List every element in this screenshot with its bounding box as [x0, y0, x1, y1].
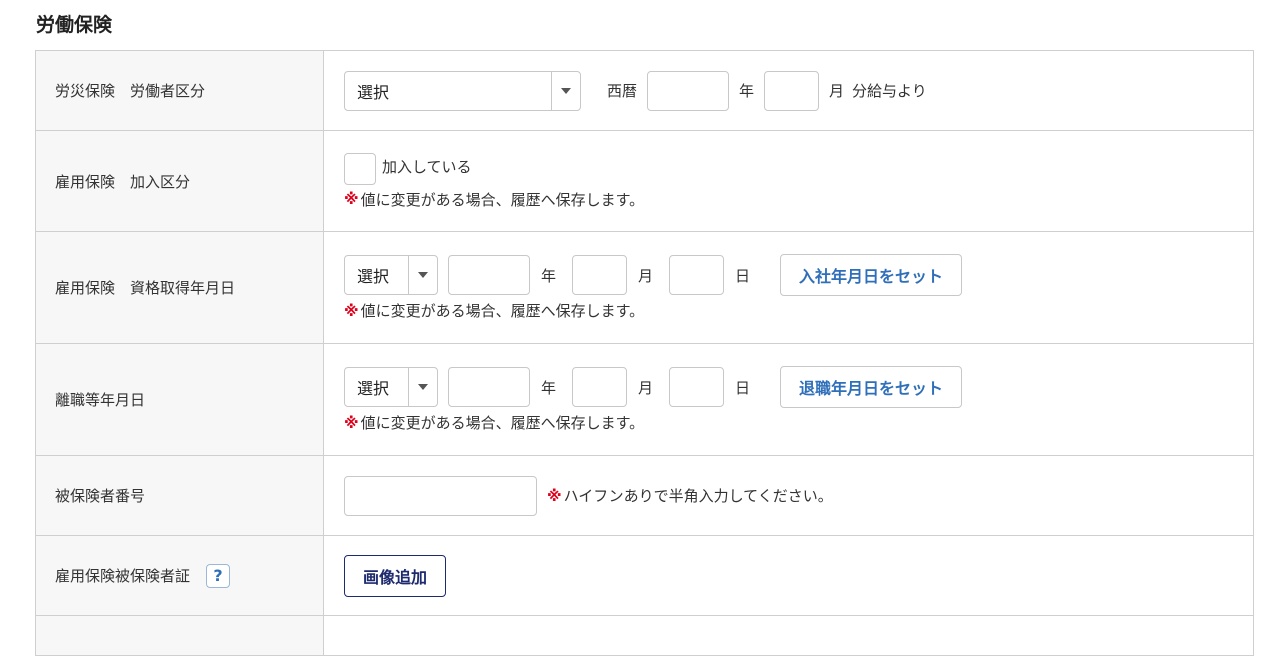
- note-mark: ※: [344, 301, 359, 320]
- row-label: 雇用保険 資格取得年月日: [35, 231, 324, 344]
- row-field: [323, 615, 1254, 656]
- row-field: 選択 年 月 日 退職年月日をセット ※ 値に変更がある場合、履歴へ保存します。: [323, 343, 1254, 456]
- row-koyou-kanyu: 雇用保険 加入区分 加入している ※ 値に変更がある場合、履歴へ保存します。: [35, 130, 1254, 232]
- set-retire-date-button[interactable]: 退職年月日をセット: [780, 366, 963, 408]
- dropdown-arrow-icon: [408, 256, 437, 294]
- note-text: ハイフンありで半角入力してください。: [563, 487, 833, 505]
- month-unit: 月: [638, 266, 654, 285]
- note-text: 値に変更がある場合、履歴へ保存します。: [360, 190, 645, 209]
- year-input[interactable]: [448, 255, 530, 295]
- year-unit: 年: [541, 378, 557, 397]
- day-unit: 日: [735, 378, 751, 397]
- row-label: 離職等年月日: [35, 343, 324, 456]
- select-value: 選択: [357, 267, 390, 286]
- era-select[interactable]: 選択: [344, 255, 438, 295]
- select-value: 選択: [357, 379, 390, 398]
- add-image-button[interactable]: 画像追加: [344, 554, 447, 597]
- day-unit: 日: [735, 266, 751, 285]
- insured-number-input[interactable]: [344, 475, 537, 516]
- note-mark: ※: [547, 486, 562, 505]
- note-text: 値に変更がある場合、履歴へ保存します。: [360, 414, 645, 432]
- from-salary-text: 分給与より: [852, 82, 927, 100]
- day-input[interactable]: [669, 255, 725, 295]
- month-input[interactable]: [572, 255, 628, 295]
- month-unit: 月: [638, 378, 654, 397]
- row-field: ※ ハイフンありで半角入力してください。: [323, 455, 1254, 536]
- row-shikaku: 雇用保険 資格取得年月日 選択 年 月 日 入社年月日をセット ※ 値に変更があ…: [35, 231, 1254, 344]
- row-field: 選択 西暦 年 月 分給与より: [323, 50, 1254, 131]
- row-field: 画像追加: [323, 535, 1254, 616]
- month-input[interactable]: [572, 367, 628, 407]
- row-field: 加入している ※ 値に変更がある場合、履歴へ保存します。: [323, 130, 1254, 232]
- row-rousai: 労災保険 労働者区分 選択 西暦 年 月 分給与より: [35, 50, 1254, 131]
- era-select[interactable]: 選択: [344, 367, 438, 407]
- row-rishoku: 離職等年月日 選択 年 月 日 退職年月日をセット ※ 値に変更がある場合、履歴…: [35, 343, 1254, 456]
- year-input[interactable]: [448, 367, 530, 407]
- row-label: 労災保険 労働者区分: [35, 50, 324, 131]
- row-shou: 雇用保険被保険者証 ? 画像追加: [35, 535, 1254, 616]
- set-hire-date-button[interactable]: 入社年月日をセット: [780, 254, 963, 296]
- history-note: ※ 値に変更がある場合、履歴へ保存します。: [344, 412, 1253, 433]
- row-label: 雇用保険 加入区分: [35, 130, 324, 232]
- row-field: 選択 年 月 日 入社年月日をセット ※ 値に変更がある場合、履歴へ保存します。: [323, 231, 1254, 344]
- year-input[interactable]: [647, 70, 730, 111]
- checkbox-label: 加入している: [382, 158, 472, 176]
- help-icon[interactable]: ?: [206, 563, 231, 588]
- row-label: 雇用保険被保険者証: [55, 567, 191, 585]
- year-unit: 年: [739, 82, 755, 100]
- labor-insurance-form: 労災保険 労働者区分 選択 西暦 年 月 分給与より 雇用保険 加入区分 加入し…: [35, 50, 1254, 656]
- section-title: 労働保険: [36, 14, 113, 36]
- note-mark: ※: [344, 413, 359, 432]
- day-input[interactable]: [669, 367, 725, 407]
- note-mark: ※: [344, 190, 359, 208]
- enrolled-checkbox[interactable]: [344, 152, 376, 185]
- row-label: [35, 615, 324, 656]
- era-label: 西暦: [607, 82, 638, 100]
- dropdown-arrow-icon: [408, 368, 437, 406]
- format-note: ※ ハイフンありで半角入力してください。: [547, 485, 833, 506]
- history-note: ※ 値に変更がある場合、履歴へ保存します。: [344, 189, 1253, 210]
- row-hihokensha: 被保険者番号 ※ ハイフンありで半角入力してください。: [35, 455, 1254, 536]
- row-label: 被保険者番号: [35, 455, 324, 536]
- dropdown-arrow-icon: [551, 71, 580, 110]
- month-unit: 月: [829, 82, 845, 100]
- year-unit: 年: [541, 266, 557, 285]
- worker-category-select[interactable]: 選択: [344, 70, 581, 111]
- row-label-cell: 雇用保険被保険者証 ?: [35, 535, 324, 616]
- row-next: [35, 615, 1254, 656]
- select-value: 選択: [357, 82, 390, 102]
- history-note: ※ 値に変更がある場合、履歴へ保存します。: [344, 300, 1253, 321]
- month-input[interactable]: [764, 70, 820, 111]
- note-text: 値に変更がある場合、履歴へ保存します。: [360, 302, 645, 320]
